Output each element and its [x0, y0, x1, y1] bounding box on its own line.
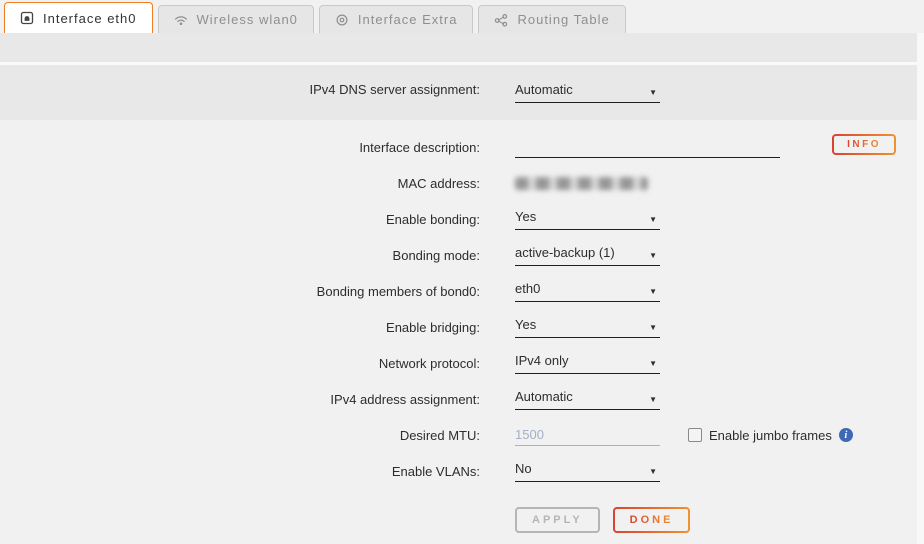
action-buttons: APPLY DONE — [515, 507, 690, 533]
info-button-label: INFO — [847, 139, 881, 150]
bonding-mode-row: Bonding mode: active-backup (1) ▼ — [0, 237, 924, 273]
tab-label: Wireless wlan0 — [197, 12, 298, 27]
enable-bonding-label: Enable bonding: — [0, 212, 480, 227]
enable-vlans-select[interactable]: No ▼ — [515, 461, 660, 482]
ipv4-assignment-row: IPv4 address assignment: Automatic ▼ — [0, 381, 924, 417]
jumbo-info-icon[interactable]: i — [839, 428, 853, 442]
network-protocol-select[interactable]: IPv4 only ▼ — [515, 353, 660, 374]
enable-bridging-label: Enable bridging: — [0, 320, 480, 335]
mac-address-label: MAC address: — [0, 176, 480, 191]
empty-toolbar-band — [0, 33, 917, 62]
tab-wireless-wlan0[interactable]: Wireless wlan0 — [158, 5, 314, 33]
selected-value: Automatic — [515, 82, 573, 97]
tab-label: Interface eth0 — [43, 11, 137, 26]
tab-bar: Interface eth0 Wireless wlan0 Interface … — [0, 0, 924, 33]
chevron-down-icon: ▼ — [649, 89, 660, 97]
selected-value: IPv4 only — [515, 353, 568, 368]
bonding-mode-label: Bonding mode: — [0, 248, 480, 263]
selected-value: No — [515, 461, 532, 476]
dns-assignment-row: IPv4 DNS server assignment: Automatic ▼ — [0, 82, 924, 103]
done-button[interactable]: DONE — [613, 507, 691, 533]
apply-button[interactable]: APPLY — [515, 507, 600, 533]
enable-vlans-row: Enable VLANs: No ▼ — [0, 453, 924, 489]
info-button[interactable]: INFO — [832, 134, 896, 155]
enable-vlans-label: Enable VLANs: — [0, 464, 480, 479]
network-protocol-label: Network protocol: — [0, 356, 480, 371]
enable-bonding-select[interactable]: Yes ▼ — [515, 209, 660, 230]
selected-value: eth0 — [515, 281, 540, 296]
tab-label: Interface Extra — [358, 12, 458, 27]
chevron-down-icon: ▼ — [649, 396, 660, 404]
network-config-page: Interface eth0 Wireless wlan0 Interface … — [0, 0, 924, 544]
tab-interface-extra[interactable]: Interface Extra — [319, 5, 474, 33]
desired-mtu-input[interactable] — [515, 424, 660, 446]
selected-value: active-backup (1) — [515, 245, 615, 260]
desired-mtu-row: Desired MTU: Enable jumbo frames i — [0, 417, 924, 453]
chevron-down-icon: ▼ — [649, 216, 660, 224]
bonding-members-row: Bonding members of bond0: eth0 ▼ — [0, 273, 924, 309]
jumbo-frames-checkbox[interactable] — [688, 428, 702, 442]
interface-description-label: Interface description: — [0, 140, 480, 155]
network-protocol-row: Network protocol: IPv4 only ▼ — [0, 345, 924, 381]
bonding-mode-select[interactable]: active-backup (1) ▼ — [515, 245, 660, 266]
chevron-down-icon: ▼ — [649, 324, 660, 332]
selected-value: Yes — [515, 317, 536, 332]
ipv4-assignment-select[interactable]: Automatic ▼ — [515, 389, 660, 410]
tab-label: Routing Table — [517, 12, 609, 27]
chevron-down-icon: ▼ — [649, 252, 660, 260]
done-button-label: DONE — [630, 514, 674, 526]
dns-assignment-select[interactable]: Automatic ▼ — [515, 82, 660, 103]
enable-bridging-row: Enable bridging: Yes ▼ — [0, 309, 924, 345]
interface-description-input[interactable] — [515, 136, 780, 158]
wifi-icon — [174, 13, 188, 27]
jumbo-frames-label: Enable jumbo frames — [709, 428, 832, 443]
interface-description-row: Interface description: INFO — [0, 129, 924, 165]
interface-form: Interface description: INFO MAC address:… — [0, 120, 924, 489]
bonding-members-select[interactable]: eth0 ▼ — [515, 281, 660, 302]
ethernet-icon — [20, 11, 34, 25]
tab-routing-table[interactable]: Routing Table — [478, 5, 625, 33]
jumbo-frames-group: Enable jumbo frames i — [688, 428, 853, 443]
dns-assignment-label: IPv4 DNS server assignment: — [0, 82, 480, 97]
desired-mtu-label: Desired MTU: — [0, 428, 480, 443]
bonding-members-label: Bonding members of bond0: — [0, 284, 480, 299]
selected-value: Automatic — [515, 389, 573, 404]
mac-address-row: MAC address: — [0, 165, 924, 201]
chevron-down-icon: ▼ — [649, 468, 660, 476]
mac-address-redacted-value — [515, 177, 648, 190]
enable-bonding-row: Enable bonding: Yes ▼ — [0, 201, 924, 237]
chevron-down-icon: ▼ — [649, 360, 660, 368]
ipv4-assignment-label: IPv4 address assignment: — [0, 392, 480, 407]
chevron-down-icon: ▼ — [649, 288, 660, 296]
tab-interface-eth0[interactable]: Interface eth0 — [4, 2, 153, 33]
selected-value: Yes — [515, 209, 536, 224]
target-icon — [335, 13, 349, 27]
share-icon — [494, 13, 508, 27]
enable-bridging-select[interactable]: Yes ▼ — [515, 317, 660, 338]
